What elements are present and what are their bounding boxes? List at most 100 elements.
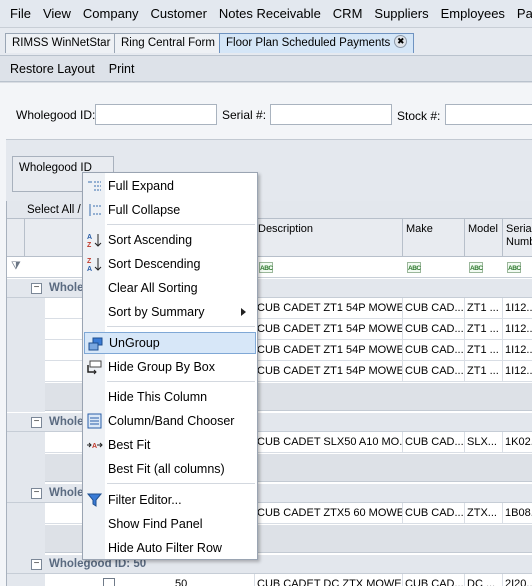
- svg-text:A: A: [87, 266, 92, 272]
- menu-item-sort-by-summary[interactable]: Sort by Summary: [84, 301, 256, 323]
- menu-item-full-collapse[interactable]: Full Collapse: [84, 199, 256, 221]
- menu-item-column-band-chooser[interactable]: Column/Band Chooser: [84, 410, 256, 432]
- group-label: Whole: [49, 487, 84, 499]
- menu-item-hide-group-by-box[interactable]: Hide Group By Box: [84, 356, 256, 378]
- abc-icon: ABC: [507, 262, 521, 273]
- cell-serial: 1I12...: [503, 298, 532, 319]
- table-row[interactable]: 50 CUB CADET DC ZTX MOWER CUB CAD... DC …: [45, 574, 532, 586]
- cell-make: CUB CAD...: [403, 340, 465, 361]
- collapse-icon[interactable]: −: [31, 559, 42, 570]
- tab-label: Ring Central Form: [121, 37, 215, 49]
- cell-serial: 1B08...: [503, 503, 532, 524]
- filter-icon: ⧩: [11, 260, 21, 272]
- menu-item-sort-descending[interactable]: ZA Sort Descending: [84, 253, 256, 275]
- svg-text:Z: Z: [87, 242, 92, 248]
- print-button[interactable]: Print: [109, 62, 135, 76]
- stock-input[interactable]: [445, 104, 532, 125]
- cell-description: CUB CADET ZTX5 60 MOWER: [255, 503, 403, 524]
- menu-item-hide-this-column[interactable]: Hide This Column: [84, 386, 256, 408]
- menu-item-label: Full Collapse: [108, 203, 181, 217]
- menu-item-best-fit[interactable]: A Best Fit: [84, 434, 256, 456]
- cell-model: ZT1 ...: [465, 340, 503, 361]
- cell-model: ZT1 ...: [465, 298, 503, 319]
- row-checkbox[interactable]: [103, 578, 115, 586]
- menu-crm[interactable]: CRM: [327, 0, 369, 27]
- menu-item-label: Clear All Sorting: [108, 281, 198, 295]
- menu-view[interactable]: View: [37, 0, 77, 27]
- column-header-model[interactable]: Model: [465, 219, 503, 257]
- menu-item-filter-editor[interactable]: Filter Editor...: [84, 489, 256, 511]
- collapse-icon[interactable]: −: [31, 283, 42, 294]
- filter-icon: [86, 493, 103, 507]
- wholegood-id-input[interactable]: [95, 104, 217, 125]
- tab-floor-plan-scheduled-payments[interactable]: Floor Plan Scheduled Payments ✖: [219, 33, 415, 53]
- menu-item-label: Column/Band Chooser: [108, 414, 235, 428]
- menu-item-label: Full Expand: [108, 179, 175, 193]
- menu-item-hide-auto-filter-row[interactable]: Hide Auto Filter Row: [84, 537, 256, 559]
- tab-rimss-winnetstar[interactable]: RIMSS WinNetStar: [5, 33, 118, 53]
- tab-label: Floor Plan Scheduled Payments: [226, 37, 391, 49]
- cell-make: CUB CAD...: [403, 503, 465, 524]
- menu-separator: [107, 224, 255, 225]
- tab-strip: RIMSS WinNetStar Ring Central Form Floor…: [0, 28, 532, 55]
- menu-pay[interactable]: Pay: [511, 0, 532, 27]
- sort-descending-icon: ZA: [87, 258, 102, 272]
- column-header-serial[interactable]: Serial Numb: [503, 219, 532, 257]
- serial-input[interactable]: [270, 104, 392, 125]
- abc-icon: ABC: [469, 262, 483, 273]
- menu-item-label: Sort by Summary: [108, 305, 205, 319]
- best-fit-icon: A: [87, 442, 103, 450]
- menu-item-sort-ascending[interactable]: AZ Sort Ascending: [84, 229, 256, 251]
- group-label: Whole: [49, 416, 84, 428]
- abc-icon: ABC: [259, 262, 273, 273]
- menu-employees[interactable]: Employees: [435, 0, 511, 27]
- group-indent: [7, 298, 45, 412]
- collapse-icon: [89, 204, 101, 216]
- stock-label: Stock #:: [397, 109, 441, 123]
- menu-item-full-expand[interactable]: Full Expand: [84, 175, 256, 197]
- menu-company[interactable]: Company: [77, 0, 145, 27]
- submenu-arrow-icon: [241, 308, 246, 316]
- expand-icon: [88, 181, 101, 191]
- menu-file[interactable]: File: [4, 0, 37, 27]
- collapse-icon[interactable]: −: [31, 417, 42, 428]
- menu-separator: [107, 483, 255, 484]
- cell-description: CUB CADET ZT1 54P MOWER: [255, 298, 403, 319]
- column-header-make[interactable]: Make: [403, 219, 465, 257]
- menu-item-label: Hide Auto Filter Row: [108, 541, 222, 555]
- menu-separator: [107, 381, 255, 382]
- cell-description: CUB CADET ZT1 54P MOWER: [255, 340, 403, 361]
- cell-serial: 1I12...: [503, 361, 532, 382]
- menu-item-clear-all-sorting[interactable]: Clear All Sorting: [84, 277, 256, 299]
- group-indent: [7, 432, 45, 484]
- svg-text:A: A: [87, 234, 92, 241]
- close-icon[interactable]: ✖: [394, 35, 408, 49]
- tab-ring-central-form[interactable]: Ring Central Form: [114, 33, 222, 53]
- cell-serial: 1I12...: [503, 340, 532, 361]
- cell-serial: 1K02...: [503, 432, 532, 453]
- collapse-icon[interactable]: −: [31, 488, 42, 499]
- cell-model: ZTX...: [465, 503, 503, 524]
- cell-make: CUB CAD...: [403, 319, 465, 340]
- menu-customer[interactable]: Customer: [145, 0, 213, 27]
- menu-item-show-find-panel[interactable]: Show Find Panel: [84, 513, 256, 535]
- abc-icon: ABC: [407, 262, 421, 273]
- menu-separator: [107, 326, 255, 327]
- menu-bar: File View Company Customer Notes Receiva…: [0, 0, 532, 28]
- tab-label: RIMSS WinNetStar: [12, 37, 111, 49]
- menu-notes-receivable[interactable]: Notes Receivable: [213, 0, 327, 27]
- cell-make: CUB CAD...: [403, 432, 465, 453]
- column-context-menu: Full Expand Full Collapse AZ Sort Ascend…: [82, 172, 258, 560]
- menu-item-best-fit-all-columns[interactable]: Best Fit (all columns): [84, 458, 256, 480]
- ungroup-icon: [88, 337, 103, 351]
- cell-make: CUB CAD...: [403, 361, 465, 382]
- menu-suppliers[interactable]: Suppliers: [368, 0, 434, 27]
- wholegood-id-label: Wholegood ID:: [16, 108, 96, 122]
- menu-item-label: Hide Group By Box: [108, 360, 215, 374]
- cell-serial: 2I20...: [503, 574, 532, 586]
- group-indent: [7, 503, 45, 555]
- serial-label: Serial #:: [222, 108, 267, 122]
- menu-item-ungroup[interactable]: UnGroup: [84, 332, 256, 354]
- column-header-description[interactable]: Description: [255, 219, 403, 257]
- restore-layout-button[interactable]: Restore Layout: [10, 62, 95, 76]
